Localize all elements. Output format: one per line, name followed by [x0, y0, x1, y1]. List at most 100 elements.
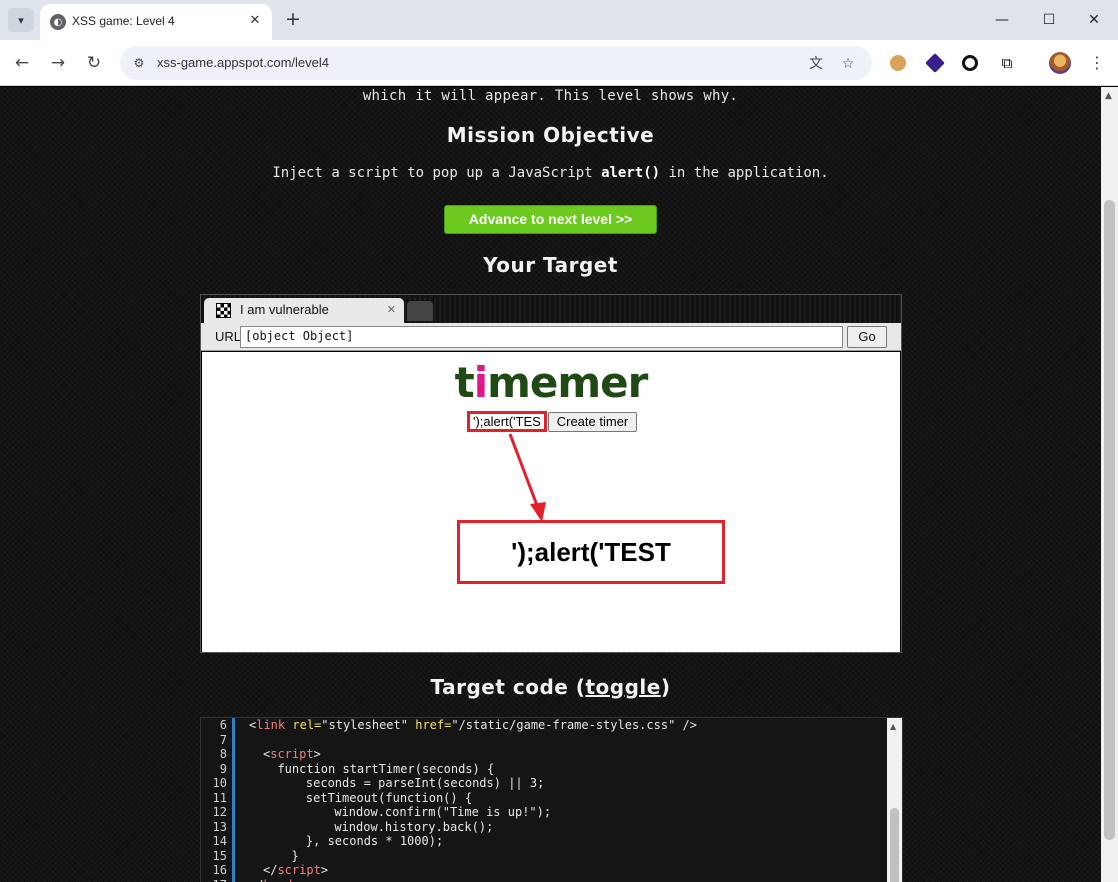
scroll-up-icon[interactable]: ▲ — [890, 722, 896, 731]
logo-letter-t: t — [454, 358, 475, 407]
checker-favicon-icon — [216, 303, 231, 318]
ring-extension-icon[interactable] — [962, 55, 978, 71]
translate-icon[interactable]: 文 — [806, 54, 826, 74]
url-text[interactable]: xss-game.appspot.com/level4 — [157, 55, 329, 70]
address-bar[interactable]: ⚙ xss-game.appspot.com/level4 文 ☆ — [120, 46, 872, 80]
frame-tab-title: I am vulnerable — [240, 302, 329, 317]
tab-title: XSS game: Level 4 — [72, 14, 175, 28]
line-number: 12 — [212, 805, 227, 819]
code-heading: Target code (toggle) — [0, 675, 1101, 699]
line-number: 11 — [212, 790, 227, 805]
puzzle-extensions-icon[interactable]: ⧉ — [996, 52, 1018, 74]
intro-text: which it will appear. This level shows w… — [362, 88, 739, 104]
diamond-extension-icon[interactable] — [925, 53, 945, 73]
menu-dots-icon[interactable]: ⋮ — [1088, 52, 1106, 74]
browser-tab[interactable]: ◐ XSS game: Level 4 ✕ — [40, 4, 272, 40]
frame-url-input[interactable]: [object Object] — [240, 326, 843, 348]
code-line: 12 window.confirm("Time is up!"); — [201, 805, 888, 820]
target-heading: Your Target — [483, 253, 618, 277]
mission-objective: Inject a script to pop up a JavaScript a… — [0, 165, 1101, 181]
code-scroll-thumb[interactable] — [890, 808, 899, 882]
code-text: window.confirm("Time is up!"); — [291, 805, 552, 819]
favicon-icon: ◐ — [50, 14, 66, 30]
star-icon[interactable]: ☆ — [838, 54, 858, 74]
minimize-icon[interactable]: — — [987, 8, 1017, 32]
timer-input[interactable]: ');alert('TES — [467, 411, 547, 432]
code-scrollbar[interactable]: ▲ — [887, 718, 902, 882]
cookie-extension-icon[interactable] — [890, 55, 906, 71]
code-line: 6 <link rel="stylesheet" href="/static/ga… — [201, 718, 888, 733]
code-line: 11 setTimeout(function() { — [201, 791, 888, 806]
target-frame: I am vulnerable ✕ URL [object Object] Go… — [200, 294, 902, 653]
code-panel: 6 <link rel="stylesheet" href="/static/ga… — [200, 717, 903, 882]
code-line: 17 </head> — [201, 878, 888, 882]
frame-tab-strip: I am vulnerable ✕ — [201, 295, 901, 323]
back-arrow-icon[interactable]: ← — [10, 51, 34, 75]
scroll-up-icon[interactable]: ▲ — [1105, 91, 1112, 101]
code-heading-suffix: ) — [660, 675, 671, 699]
timemer-logo: timemer — [202, 358, 900, 407]
code-line: 7 — [201, 733, 888, 748]
code-text: } — [277, 848, 299, 863]
toggle-link[interactable]: toggle — [585, 675, 660, 699]
code-line: 16 </script> — [201, 863, 888, 878]
browser-tab-bar: ▾ ◐ XSS game: Level 4 ✕ + — ☐ ✕ — [0, 0, 1118, 40]
code-line: 14 }, seconds * 1000); — [201, 834, 888, 849]
code-line: 9 function startTimer(seconds) { — [201, 762, 888, 777]
annotation-arrow — [508, 433, 546, 522]
code-text: </head> — [249, 878, 300, 882]
code-line: 8 <script> — [201, 747, 888, 762]
line-number: 7 — [219, 732, 227, 747]
line-number: 16 — [212, 863, 227, 877]
code-text: <script> — [263, 747, 321, 761]
code-text: seconds = parseInt(seconds) || 3; — [277, 776, 545, 790]
line-number: 15 — [212, 848, 227, 863]
annotation-callout: ');alert('TEST — [457, 520, 725, 584]
logo-rest: memer — [487, 358, 648, 407]
frame-url-bar: URL [object Object] Go — [201, 323, 901, 351]
close-icon[interactable]: ✕ — [246, 12, 264, 30]
line-number: 8 — [219, 747, 227, 761]
code-heading-prefix: Target code ( — [430, 675, 586, 699]
frame-url-label: URL — [215, 329, 242, 344]
line-number: 13 — [212, 819, 227, 834]
frame-new-tab — [407, 301, 433, 321]
frame-tab: I am vulnerable ✕ — [204, 298, 404, 323]
objective-suffix: in the application. — [660, 165, 829, 181]
page-content: which it will appear. This level shows w… — [0, 87, 1101, 882]
forward-arrow-icon[interactable]: → — [46, 51, 70, 75]
window-close-icon[interactable]: ✕ — [1079, 8, 1109, 32]
code-text: function startTimer(seconds) { — [263, 761, 495, 776]
go-button[interactable]: Go — [847, 326, 887, 348]
reload-icon[interactable]: ↻ — [82, 51, 106, 75]
tab-list-icon[interactable]: ▾ — [8, 8, 34, 32]
line-number: 9 — [219, 761, 227, 776]
code-text: <link rel="stylesheet" href="/static/gam… — [249, 718, 697, 732]
objective-code: alert() — [601, 165, 661, 181]
code-line: 10 seconds = parseInt(seconds) || 3; — [201, 776, 888, 791]
line-number: 17 — [201, 878, 227, 882]
objective-prefix: Inject a script to pop up a JavaScript — [272, 165, 602, 181]
code-line: 15 } — [201, 849, 888, 864]
browser-toolbar: ← → ↻ ⚙ xss-game.appspot.com/level4 文 ☆ … — [0, 40, 1118, 86]
line-number: 6 — [219, 718, 227, 732]
code-text: </script> — [263, 863, 329, 877]
logo-letter-i: i — [473, 358, 488, 407]
line-number: 14 — [212, 834, 227, 848]
frame-body: timemer ');alert('TES Create timer ');al… — [202, 352, 900, 652]
page-scrollbar[interactable]: ▲ — [1101, 87, 1118, 882]
page-scroll-thumb[interactable] — [1104, 200, 1115, 840]
code-text: setTimeout(function() { — [277, 790, 473, 805]
plus-icon[interactable]: + — [282, 8, 304, 30]
line-number: 10 — [212, 776, 227, 790]
frame-close-icon: ✕ — [386, 303, 396, 316]
create-timer-button[interactable]: Create timer — [548, 412, 637, 432]
profile-avatar-icon[interactable] — [1049, 52, 1071, 74]
code-text: window.history.back(); — [291, 819, 494, 834]
site-info-icon[interactable]: ⚙ — [130, 54, 148, 72]
maximize-icon[interactable]: ☐ — [1034, 8, 1064, 32]
code-line: 13 window.history.back(); — [201, 820, 888, 835]
code-text: }, seconds * 1000); — [277, 834, 444, 848]
mission-heading: Mission Objective — [446, 123, 655, 147]
advance-button[interactable]: Advance to next level >> — [444, 205, 657, 234]
